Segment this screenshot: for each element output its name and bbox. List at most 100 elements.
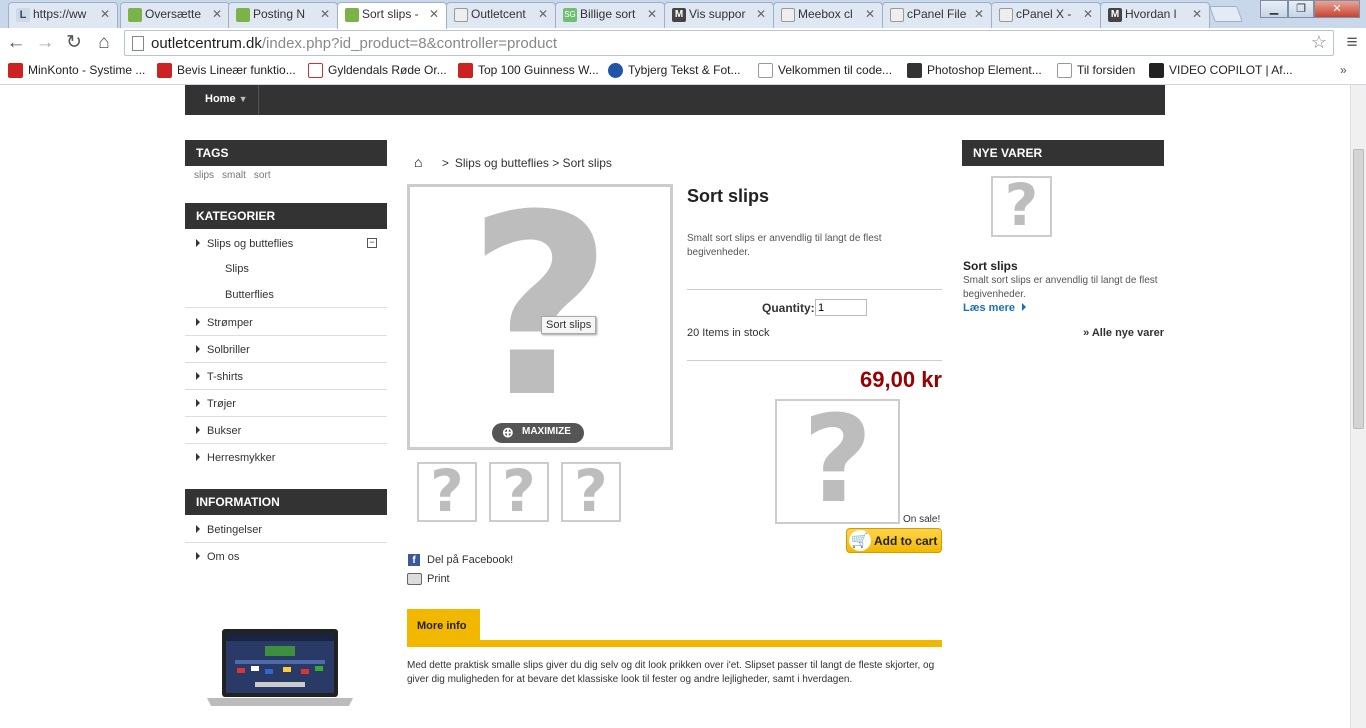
bookmark-item[interactable]: Photoshop Element...: [907, 63, 1042, 78]
tab-favicon: [128, 8, 142, 22]
category-item[interactable]: Trøjer: [185, 390, 387, 417]
product-thumbnail[interactable]: ?: [489, 462, 549, 522]
bookmark-favicon: [8, 63, 23, 78]
browser-tab-8[interactable]: Meebox cl ✕: [773, 2, 883, 28]
bookmarks-overflow-icon[interactable]: »: [1340, 63, 1347, 77]
bookmark-item[interactable]: Bevis Lineær funktio...: [157, 63, 296, 78]
placeholder-image-icon: ?: [802, 399, 873, 524]
zoom-in-icon: ⊕: [502, 424, 514, 440]
browser-tab-7[interactable]: M Vis suppor ✕: [664, 2, 774, 28]
add-to-cart-button[interactable]: 🛒 Add to cart: [846, 528, 942, 553]
category-item[interactable]: Bukser: [185, 417, 387, 444]
bookmark-item[interactable]: VIDEO COPILOT | Af...: [1149, 63, 1293, 78]
close-icon[interactable]: ✕: [429, 7, 439, 21]
bookmark-favicon: [1057, 63, 1072, 78]
tab-favicon: L: [16, 8, 30, 22]
browser-tab-3[interactable]: Posting N ✕: [228, 2, 338, 28]
bookmark-item[interactable]: Top 100 Guinness W...: [458, 63, 599, 78]
information-item[interactable]: Om os: [185, 543, 387, 570]
stock-status: 20 Items in stock: [687, 327, 770, 339]
scrollbar-thumb[interactable]: [1353, 149, 1364, 429]
browser-tab-10[interactable]: cPanel X - ✕: [991, 2, 1101, 28]
subcategory-item[interactable]: Butterflies: [225, 289, 274, 301]
category-item[interactable]: Slips og butteflies: [185, 230, 387, 257]
page-scrollbar[interactable]: [1350, 85, 1366, 728]
category-item[interactable]: T-shirts: [185, 363, 387, 390]
more-info-tab[interactable]: More info: [407, 609, 480, 641]
new-tab-button[interactable]: [1209, 6, 1243, 22]
tag-link[interactable]: sort: [254, 170, 271, 181]
category-item[interactable]: Strømper: [185, 309, 387, 336]
home-icon[interactable]: ⌂: [92, 32, 116, 54]
menu-icon[interactable]: ≡: [1340, 32, 1364, 54]
close-icon[interactable]: ✕: [647, 7, 657, 21]
close-icon[interactable]: ✕: [974, 7, 984, 21]
bookmark-item[interactable]: Tybjerg Tekst & Fot...: [608, 63, 741, 78]
browser-tab-9[interactable]: cPanel File ✕: [882, 2, 992, 28]
laptop-banner-image[interactable]: [205, 628, 355, 708]
star-icon[interactable]: ☆: [1311, 32, 1327, 53]
information-item[interactable]: Betingelser: [185, 516, 387, 543]
close-icon[interactable]: ✕: [756, 7, 766, 21]
all-new-products-link[interactable]: » Alle nye varer: [962, 327, 1164, 339]
placeholder-image-icon: ?: [467, 184, 613, 450]
tab-label: https://ww: [33, 7, 87, 21]
placeholder-image-icon: ?: [502, 462, 536, 522]
bookmark-item[interactable]: MinKonto - Systime ...: [8, 63, 145, 78]
category-item[interactable]: Solbriller: [185, 336, 387, 363]
divider: [185, 307, 387, 308]
close-icon[interactable]: ✕: [1083, 7, 1093, 21]
bookmark-favicon: [308, 63, 323, 78]
bookmark-favicon: [157, 63, 172, 78]
minimize-button[interactable]: ▁: [1260, 0, 1288, 18]
tag-link[interactable]: slips: [194, 170, 214, 181]
home-icon[interactable]: ⌂: [414, 154, 422, 170]
arrow-right-icon: [196, 345, 200, 353]
browser-tab-1[interactable]: Lhttps://ww ✕: [8, 2, 118, 28]
tab-label: Outletcent: [471, 7, 526, 21]
subcategory-item[interactable]: Slips: [225, 263, 249, 275]
new-product-image[interactable]: ?: [991, 176, 1052, 237]
share-facebook-link[interactable]: f Del på Facebook!: [407, 554, 513, 566]
breadcrumb-path[interactable]: Slips og butteflies > Sort slips: [455, 156, 612, 170]
forward-icon[interactable]: →: [33, 32, 57, 54]
close-icon[interactable]: ✕: [538, 7, 548, 21]
cart-icon: 🛒: [849, 530, 871, 551]
tag-link[interactable]: smalt: [222, 170, 246, 181]
collapse-icon[interactable]: −: [367, 238, 377, 248]
close-window-button[interactable]: ✕: [1314, 0, 1360, 18]
close-icon[interactable]: ✕: [320, 7, 330, 21]
maximize-button[interactable]: ⊕ MAXIMIZE: [492, 423, 584, 443]
maximize-button[interactable]: ❐: [1288, 0, 1314, 18]
product-main-image[interactable]: ? Sort slips ⊕ MAXIMIZE: [407, 184, 673, 450]
quantity-input[interactable]: [815, 299, 867, 316]
bookmark-item[interactable]: Velkommen til code...: [758, 63, 892, 78]
reload-icon[interactable]: ↻: [62, 32, 86, 54]
close-icon[interactable]: ✕: [865, 7, 875, 21]
close-icon[interactable]: ✕: [212, 7, 222, 21]
browser-tab-11[interactable]: M Hvordan l ✕: [1100, 2, 1210, 28]
product-short-description: Smalt sort slips er anvendlig til langt …: [687, 233, 882, 258]
product-price: 69,00 kr: [860, 367, 942, 392]
browser-tab-active[interactable]: Sort slips - ✕: [337, 2, 447, 29]
arrow-right-icon: [196, 399, 200, 407]
browser-tab-5[interactable]: Outletcent ✕: [446, 2, 556, 28]
category-item[interactable]: Herresmykker: [185, 444, 387, 471]
print-link[interactable]: Print: [407, 573, 450, 585]
product-thumbnail[interactable]: ?: [417, 462, 477, 522]
menu-home[interactable]: Home ▼: [185, 85, 259, 115]
address-bar[interactable]: outletcentrum.dk/index.php?id_product=8&…: [124, 30, 1334, 56]
browser-tab-2[interactable]: Oversætte ✕: [120, 2, 230, 28]
close-icon[interactable]: ✕: [1192, 7, 1202, 21]
browser-tab-6[interactable]: SG Billige sort ✕: [555, 2, 665, 28]
read-more-link[interactable]: Læs mere: [963, 302, 1027, 314]
tab-favicon: [345, 8, 359, 22]
new-product-name[interactable]: Sort slips: [963, 259, 1018, 273]
close-icon[interactable]: ✕: [100, 7, 110, 21]
bookmark-item[interactable]: Til forsiden: [1057, 63, 1135, 78]
tags-block-title: TAGS: [185, 140, 387, 166]
product-thumbnail[interactable]: ?: [561, 462, 621, 522]
back-icon[interactable]: ←: [4, 32, 28, 54]
bookmark-item[interactable]: Gyldendals Røde Or...: [308, 63, 447, 78]
chevron-down-icon: ▼: [238, 94, 248, 104]
